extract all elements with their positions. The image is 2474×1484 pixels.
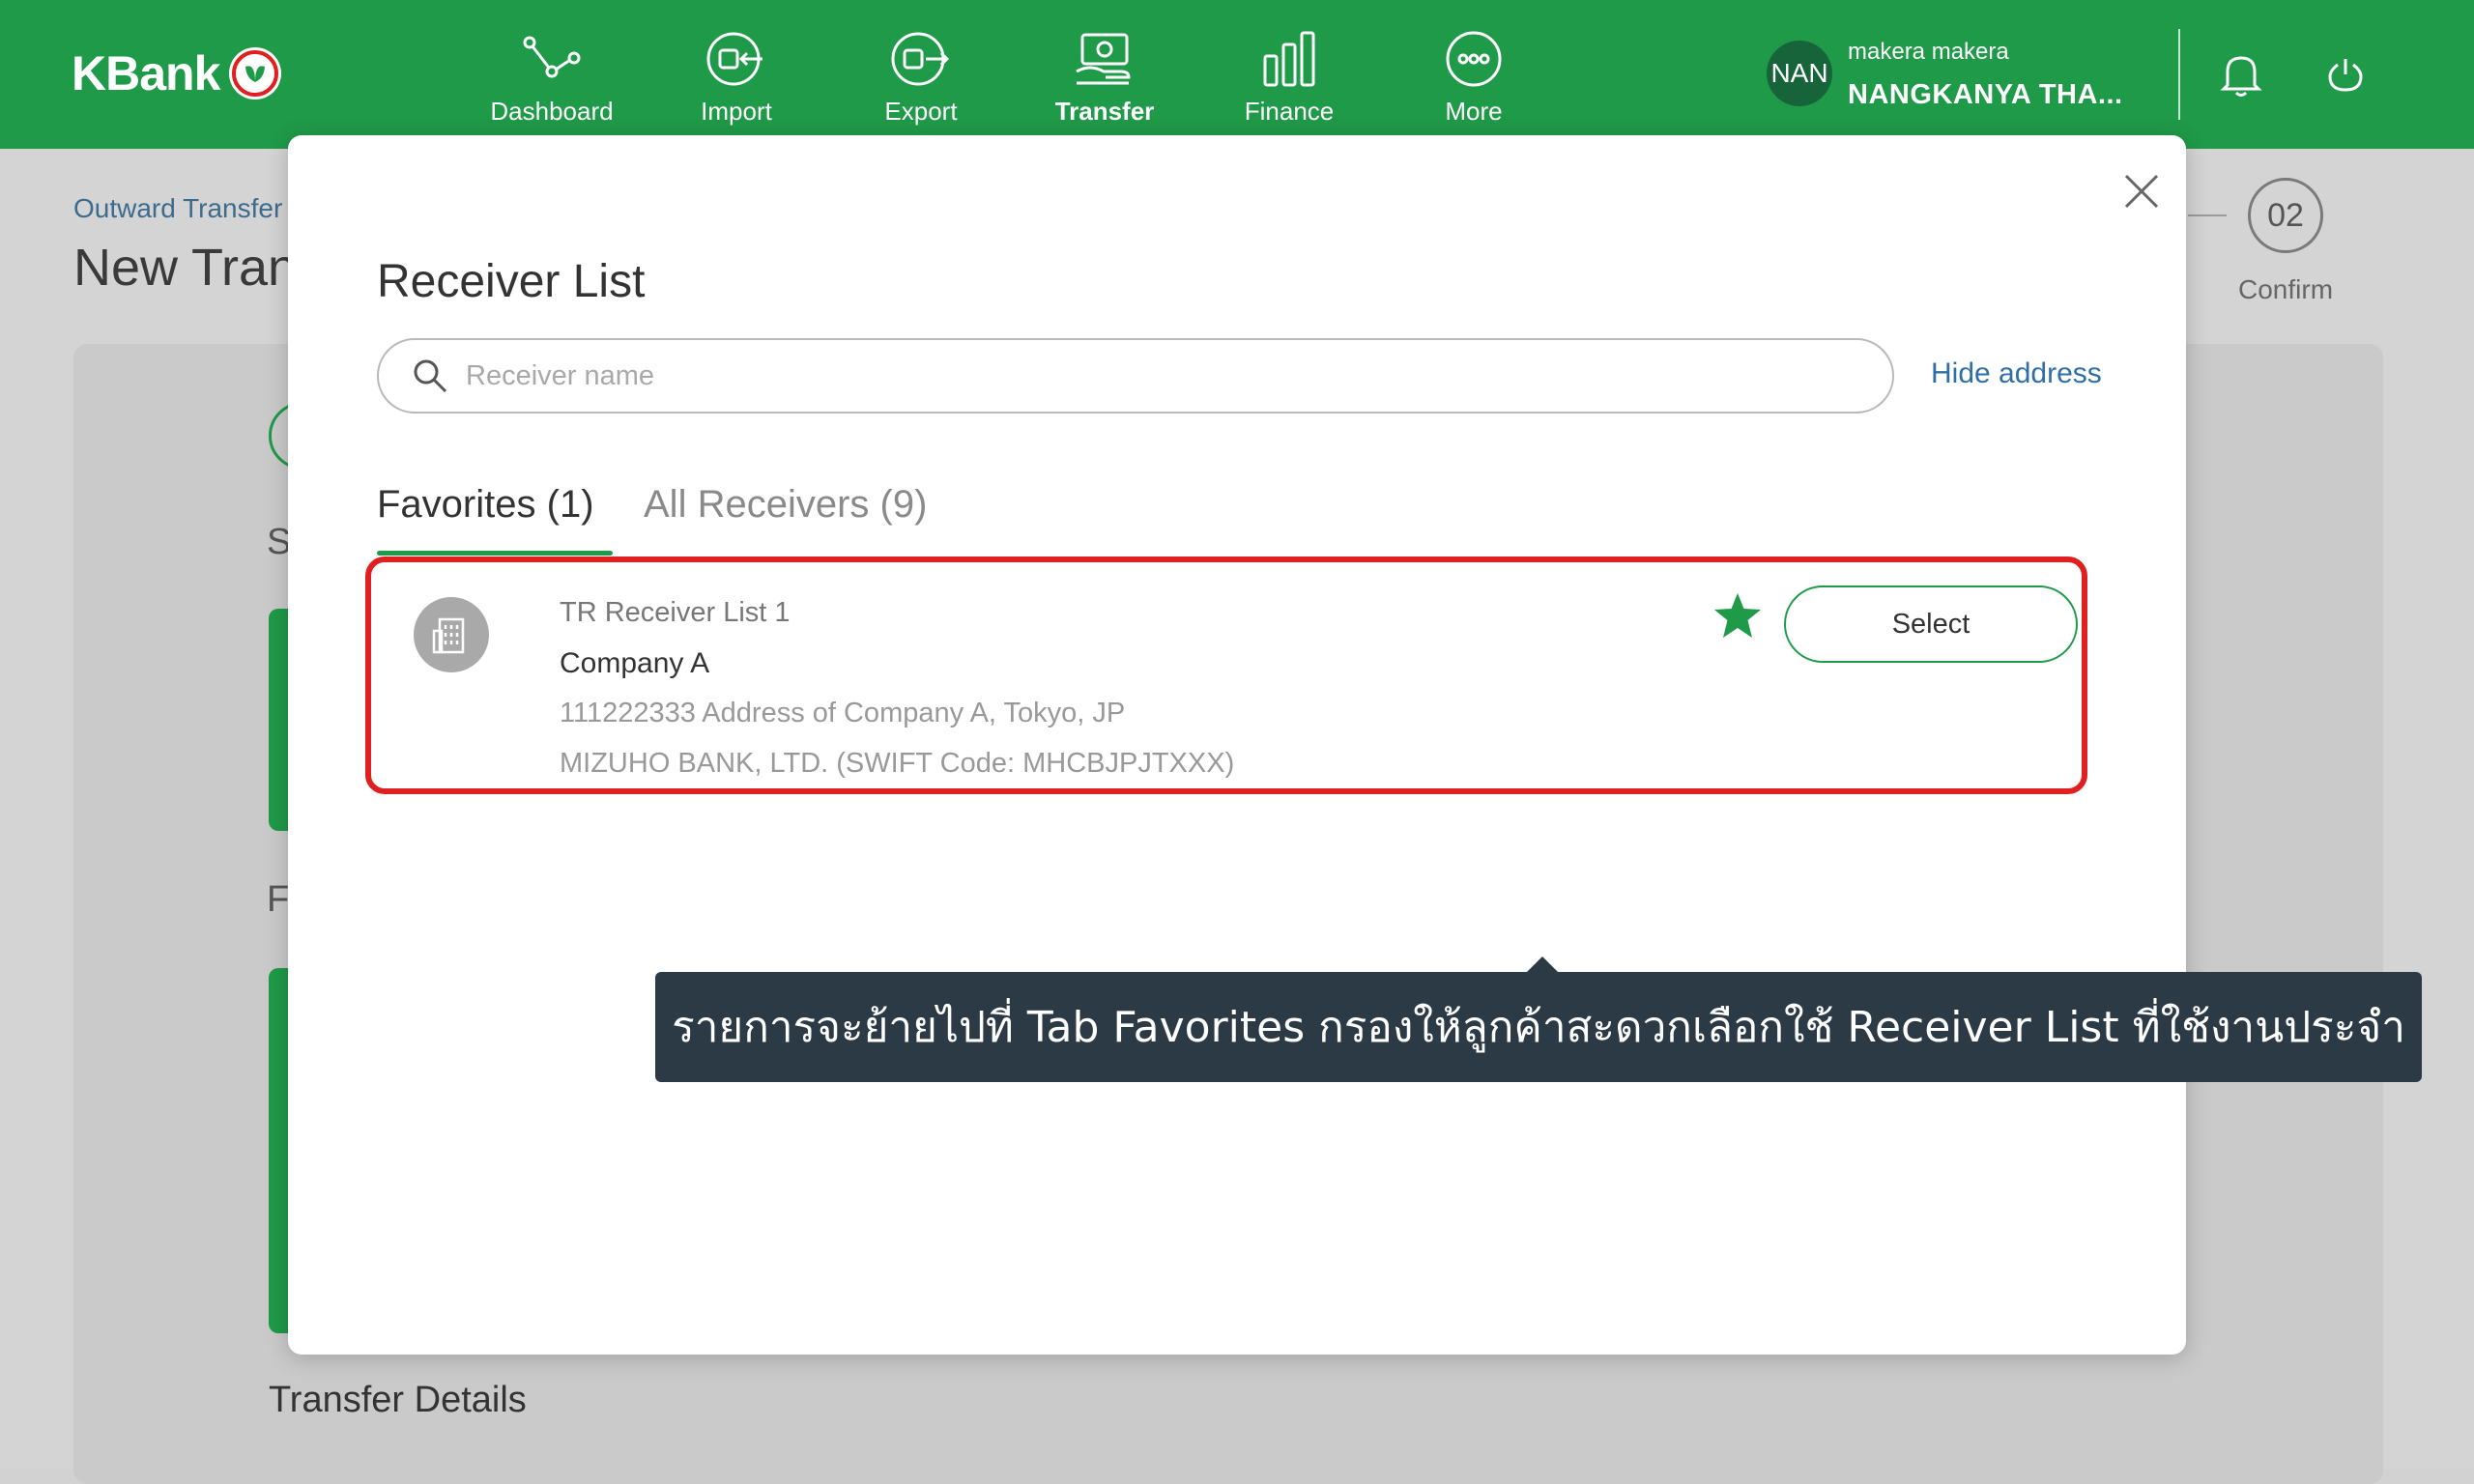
card-accent-bar [269, 968, 288, 1333]
hide-address-link[interactable]: Hide address [1931, 357, 2102, 390]
search-box[interactable] [377, 338, 1894, 414]
notification-button[interactable] [2215, 48, 2267, 100]
tab-count: (9) [879, 483, 928, 526]
tab-count: (1) [546, 483, 594, 526]
power-icon [2328, 59, 2363, 92]
card-accent-bar [269, 609, 288, 831]
kbank-leaf-icon [229, 47, 282, 100]
section-heading: F [267, 879, 290, 920]
logo-text: KBank [72, 46, 220, 100]
nav-label: Transfer [1054, 97, 1155, 126]
receiver-bank: MIZUHO BANK, LTD. (SWIFT Code: MHCBJPJTX… [560, 748, 1235, 779]
tab-label: Favorites [377, 483, 536, 526]
user-role: makera makera [1848, 39, 2009, 65]
favorite-star-icon[interactable] [1711, 589, 1765, 643]
dashboard-icon [523, 36, 581, 78]
tooltip-pointer [1527, 956, 1558, 972]
receiver-company: Company A [560, 647, 710, 679]
breadcrumb[interactable]: Outward Transfer [73, 193, 282, 224]
step-indicator: 02 [2248, 178, 2323, 253]
nav-label: Dashboard [490, 97, 614, 126]
nav-more[interactable]: More [1382, 29, 1566, 127]
stepper-line [2188, 214, 2227, 216]
export-icon [891, 32, 950, 86]
close-button[interactable] [2114, 164, 2169, 218]
modal-title: Receiver List [377, 256, 646, 307]
nav-dashboard[interactable]: Dashboard [460, 29, 644, 127]
kbank-logo[interactable]: KBank [72, 44, 282, 102]
close-icon [2124, 174, 2159, 209]
bell-icon [2220, 56, 2262, 97]
company-building-icon [414, 597, 489, 672]
nav-label: Finance [1244, 97, 1335, 126]
page-title: New Tran [73, 239, 298, 297]
avatar[interactable]: NAN [1767, 41, 1832, 106]
receiver-search-input[interactable] [466, 359, 1819, 392]
tab-label: All Receivers [644, 483, 870, 526]
nav-transfer[interactable]: Transfer [1013, 29, 1196, 127]
tab-favorites[interactable]: Favorites (1) [377, 483, 594, 527]
nav-label: Export [884, 97, 958, 126]
section-title-transfer-details: Transfer Details [269, 1380, 527, 1420]
import-icon [706, 32, 762, 86]
user-name[interactable]: NANGKANYA THA... [1848, 79, 2123, 111]
more-icon [1446, 31, 1502, 87]
receiver-address: 111222333 Address of Company A, Tokyo, J… [560, 698, 1126, 728]
tooltip-text: รายการจะย้ายไปที่ Tab Favorites กรองให้ล… [672, 1003, 2405, 1052]
top-nav-bar: KBank Dashboard Import Export Transfer F… [0, 0, 2474, 149]
nav-export[interactable]: Export [829, 29, 1013, 127]
nav-finance[interactable]: Finance [1197, 29, 1381, 127]
transfer-icon [1076, 33, 1131, 85]
logout-button[interactable] [2319, 48, 2372, 100]
nav-divider [2178, 29, 2180, 120]
receiver-list-modal: Receiver List Hide address Favorites (1)… [288, 135, 2422, 1355]
nav-label: More [1445, 97, 1503, 126]
active-tab-indicator [377, 551, 613, 556]
finance-icon [1263, 31, 1315, 87]
receiver-list-item[interactable]: TR Receiver List 1 Company A 111222333 A… [365, 556, 2087, 794]
tab-all-receivers[interactable]: All Receivers (9) [644, 483, 927, 527]
select-button[interactable]: Select [1784, 585, 2078, 663]
nav-label: Import [701, 97, 772, 126]
search-icon [414, 359, 447, 393]
tutorial-tooltip: รายการจะย้ายไปที่ Tab Favorites กรองให้ล… [655, 972, 2422, 1082]
step-label: Confirm [2238, 274, 2334, 304]
receiver-name: TR Receiver List 1 [560, 597, 791, 628]
nav-import[interactable]: Import [645, 29, 828, 127]
